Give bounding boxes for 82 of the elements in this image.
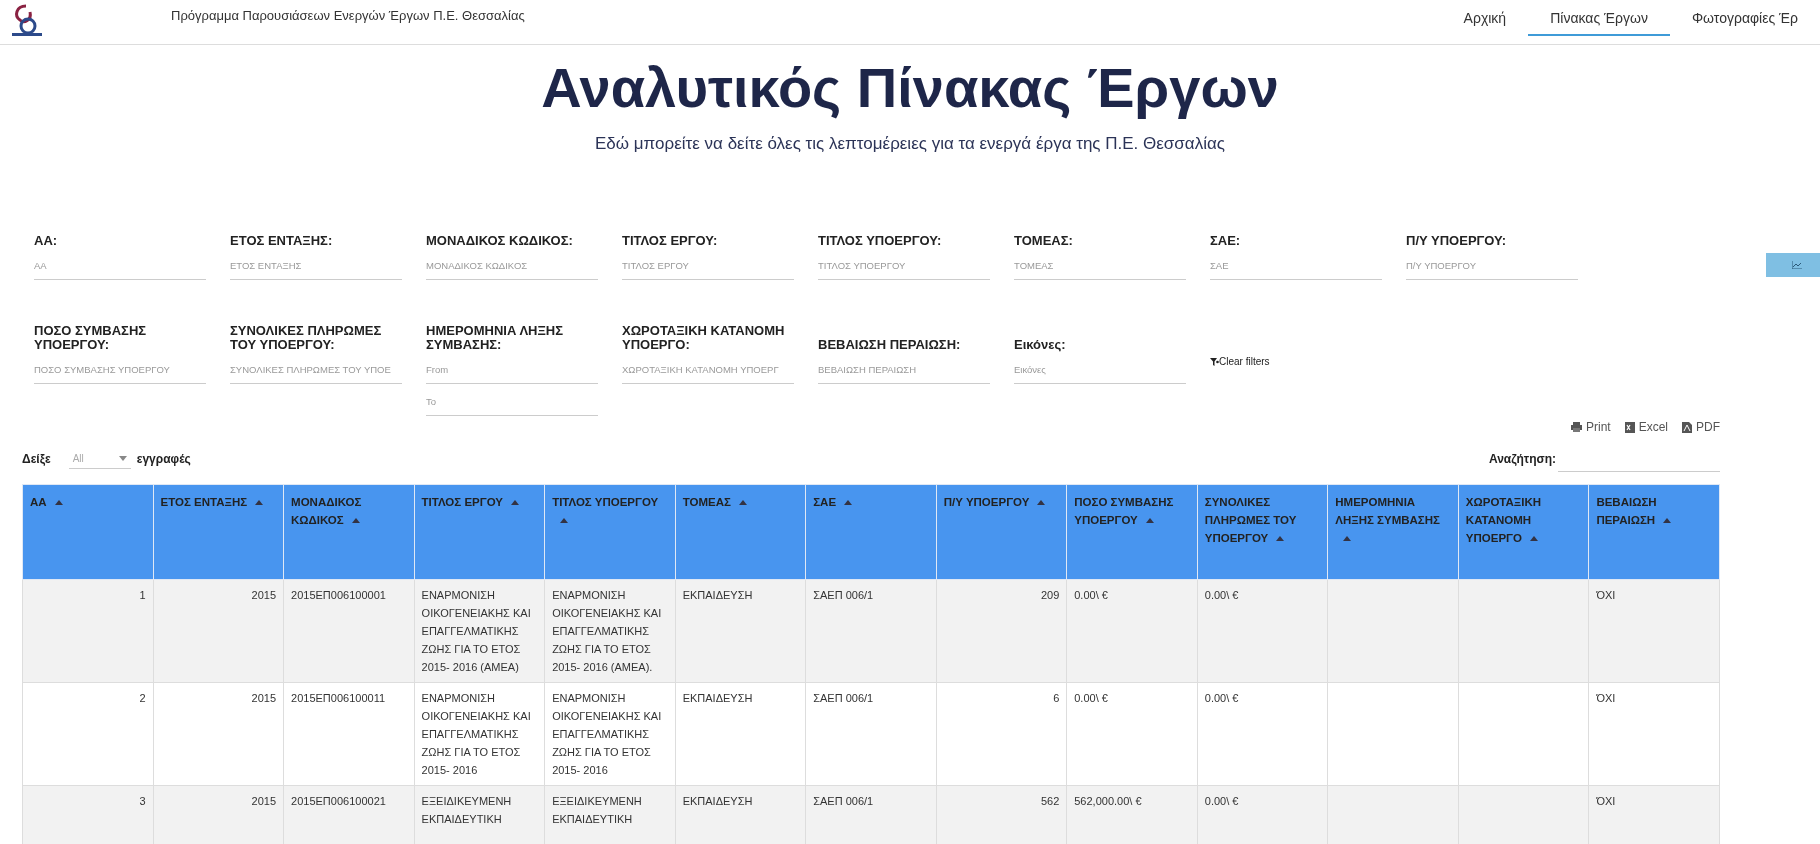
length-label: Δείξε [22, 452, 51, 466]
sort-arrow-icon[interactable] [1276, 536, 1285, 542]
filter-label: Π/Υ ΥΠΟΕΡΓΟΥ: [1406, 232, 1508, 248]
table-cell: ΕΝΑΡΜΟΝΙΣΗ ΟΙΚΟΓΕΝΕΙΑΚΗΣ ΚΑΙ ΕΠΑΓΓΕΛΜΑΤΙΚΗΣ ΖΩΗΣ ΓΙΑ ΤΟ ΕΤΟΣ 2015- 2016 (ΑΜΕΑ). [544, 579, 676, 683]
table-cell: ΕΝΑΡΜΟΝΙΣΗ ΟΙΚΟΓΕΝΕΙΑΚΗΣ ΚΑΙ ΕΠΑΓΓΕΛΜΑΤΙΚΗΣ ΖΩΗΣ ΓΙΑ ΤΟ ΕΤΟΣ 2015- 2016 [544, 682, 676, 786]
clear-filters-link[interactable]: Clear filters [1210, 356, 1382, 367]
table-cell: ΕΚΠΑΙΔΕΥΣΗ [675, 682, 806, 786]
line-chart-icon [1792, 261, 1802, 269]
export-button[interactable]: Print [1570, 420, 1611, 434]
column-header[interactable]: ΣΑΕ [805, 484, 937, 580]
table-cell: 2015 [153, 579, 284, 683]
table-cell: 0.00\ € [1197, 579, 1328, 683]
column-header[interactable]: ΜΟΝΑΔΙΚΟΣ ΚΩΔΙΚΟΣ [283, 484, 415, 580]
column-header[interactable]: ΣΥΝΟΛΙΚΕΣ ΠΛΗΡΩΜΕΣ ΤΟΥ ΥΠΟΕΡΓΟΥ [1197, 484, 1328, 580]
filter-label: ΧΩΡΟΤΑΞΙΚΗ ΚΑΤΑΝΟΜΗ ΥΠΟΕΡΓΟ: [622, 324, 786, 352]
filter-label: ΤΙΤΛΟΣ ΕΡΓΟΥ: [622, 232, 719, 248]
sort-arrow-icon[interactable] [351, 518, 360, 524]
export-button[interactable]: Excel [1624, 420, 1668, 434]
sort-arrow-icon[interactable] [1343, 536, 1352, 542]
site-title: Πρόγραμμα Παρουσιάσεων Ενεργών Έργων Π.Ε. Θεσσαλίας [171, 8, 525, 23]
column-header[interactable]: Π/Υ ΥΠΟΕΡΓΟΥ [936, 484, 1067, 580]
sort-arrow-icon[interactable] [1529, 536, 1538, 542]
filter-label: ΤΟΜΕΑΣ: [1014, 232, 1074, 248]
sort-arrow-icon[interactable] [1663, 518, 1672, 524]
sort-arrow-icon[interactable] [738, 500, 747, 506]
length-label: εγγραφές [136, 452, 191, 466]
table-cell: 2015ΕΠ006100001 [283, 579, 415, 683]
table-cell: 0.00\ € [1197, 682, 1328, 786]
sort-arrow-icon[interactable] [844, 500, 853, 506]
sort-arrow-icon[interactable] [1145, 518, 1154, 524]
filter-label: Εικόνες: [1014, 336, 1067, 352]
export-button[interactable]: PDF [1682, 420, 1720, 434]
page-subtitle: Εδώ μπορείτε να δείτε όλες τις λεπτομέρειες για τα ενεργά έργα της Π.Ε. Θεσσαλίας [594, 134, 1226, 154]
column-header[interactable]: ΤΟΜΕΑΣ [675, 484, 806, 580]
filter-label: ΑΑ: [34, 232, 59, 248]
spreadsheet-icon [1624, 421, 1635, 433]
filter-label: ΜΟΝΑΔΙΚΟΣ ΚΩΔΙΚΟΣ: [426, 232, 574, 248]
table-cell: 209 [936, 579, 1067, 683]
table-cell: ΕΚΠΑΙΔΕΥΣΗ [675, 579, 806, 683]
sort-arrow-icon[interactable] [560, 518, 569, 524]
table-cell: 2015 [153, 682, 284, 786]
table-cell: ΕΝΑΡΜΟΝΙΣΗ ΟΙΚΟΓΕΝΕΙΑΚΗΣ ΚΑΙ ΕΠΑΓΓΕΛΜΑΤΙΚΗΣ ΖΩΗΣ ΓΙΑ ΤΟ ΕΤΟΣ 2015- 2016 [414, 682, 545, 786]
table-cell: ΣΑΕΠ 006/1 [805, 579, 937, 683]
filter-label: ΒΕΒΑΙΩΣΗ ΠΕΡΑΙΩΣΗ: [818, 336, 962, 352]
filter-label: ΣΑΕ: [1210, 232, 1242, 248]
nav-link[interactable]: Αρχική [1441, 0, 1529, 36]
table-cell: 2015ΕΠ006100011 [283, 682, 415, 786]
column-header[interactable]: ΕΤΟΣ ΕΝΤΑΞΗΣ [153, 484, 284, 580]
column-header[interactable]: ΠΟΣΟ ΣΥΜΒΑΣΗΣ ΥΠΟΕΡΓΟΥ [1066, 484, 1198, 580]
table-cell: ΌΧΙ [1588, 682, 1720, 786]
page-heading: Αναλυτικός Πίνακας Έργων [540, 55, 1280, 120]
table-cell: 0.00\ € [1066, 579, 1198, 683]
filter-label: ΠΟΣΟ ΣΥΜΒΑΣΗΣ ΥΠΟΕΡΓΟΥ: [34, 324, 148, 352]
column-header[interactable]: ΒΕΒΑΙΩΣΗ ΠΕΡΑΙΩΣΗ [1588, 484, 1720, 580]
table-cell: 3 [22, 785, 154, 844]
filter-label: ΣΥΝΟΛΙΚΕΣ ΠΛΗΡΩΜΕΣ ΤΟΥ ΥΠΟΕΡΓΟΥ: [230, 324, 383, 352]
nav-link[interactable]: Φωτογραφίες Έρ [1669, 0, 1820, 36]
sort-arrow-icon[interactable] [1037, 500, 1046, 506]
column-header[interactable]: ΤΙΤΛΟΣ ΥΠΟΕΡΓΟΥ [544, 484, 676, 580]
column-header[interactable]: ΧΩΡΟΤΑΞΙΚΗ ΚΑΤΑΝΟΜΗ ΥΠΟΕΡΓΟ [1458, 484, 1589, 580]
sort-arrow-icon[interactable] [510, 500, 519, 506]
table-cell: 0.00\ € [1066, 682, 1198, 786]
sort-arrow-icon[interactable] [54, 500, 63, 506]
pdf-file-icon [1682, 421, 1692, 433]
column-header[interactable]: ΗΜΕΡΟΜΗΝΙΑ ΛΗΞΗΣ ΣΥΜΒΑΣΗΣ [1327, 484, 1459, 580]
filter-label: ΕΤΟΣ ΕΝΤΑΞΗΣ: [230, 232, 334, 248]
search-label: Αναζήτηση: [1488, 452, 1556, 466]
table-cell: 2 [22, 682, 154, 786]
filter-label: ΗΜΕΡΟΜΗΝΙΑ ΛΗΞΗΣ ΣΥΜΒΑΣΗΣ: [426, 324, 565, 352]
column-header[interactable]: ΑΑ [22, 484, 154, 580]
filter-label: ΤΙΤΛΟΣ ΥΠΟΕΡΓΟΥ: [818, 232, 943, 248]
column-header[interactable]: ΤΙΤΛΟΣ ΕΡΓΟΥ [414, 484, 545, 580]
table-cell: ΕΝΑΡΜΟΝΙΣΗ ΟΙΚΟΓΕΝΕΙΑΚΗΣ ΚΑΙ ΕΠΑΓΓΕΛΜΑΤΙΚΗΣ ΖΩΗΣ ΓΙΑ ΤΟ ΕΤΟΣ 2015- 2016 (ΑΜΕΑ) [414, 579, 545, 683]
printer-icon [1570, 422, 1582, 432]
table-cell: 6 [936, 682, 1067, 786]
filter-icon [1210, 357, 1219, 366]
table-cell: ΌΧΙ [1588, 579, 1720, 683]
table-cell: 1 [22, 579, 154, 683]
caret-icon [118, 456, 127, 461]
sort-arrow-icon[interactable] [255, 500, 264, 506]
nav-link[interactable]: Πίνακας Έργων [1528, 0, 1670, 36]
table-cell: ΣΑΕΠ 006/1 [805, 682, 937, 786]
